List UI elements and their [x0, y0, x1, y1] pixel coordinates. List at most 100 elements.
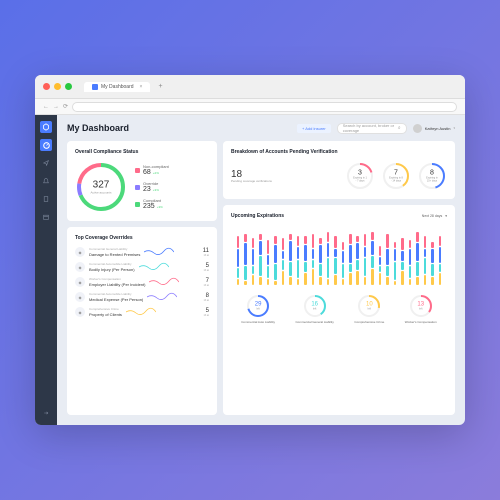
- sparkline: [147, 292, 177, 302]
- sidebar-calendar[interactable]: [40, 211, 52, 223]
- bar-segment: [252, 275, 255, 285]
- override-item[interactable]: ◆ Commercial Automobile Liability Bodily…: [75, 262, 209, 272]
- override-name: Medical Expense (Per Person): [89, 297, 143, 302]
- bar-segment: [274, 281, 277, 285]
- bar-segment: [252, 238, 255, 248]
- forward-button[interactable]: →: [53, 104, 59, 110]
- expirations-rings: 29 left Commercial Auto Liability 16 lef…: [231, 293, 447, 325]
- search-input[interactable]: Search by account, broker or coverage ⌕: [337, 123, 407, 134]
- ring-unit: left: [311, 308, 318, 311]
- bar-segment: [274, 245, 277, 263]
- user-menu[interactable]: Kathryn Austin ▾: [413, 124, 455, 133]
- sidebar-dashboard[interactable]: [40, 139, 52, 151]
- ring-label: Worker's Compensation: [405, 321, 437, 325]
- url-bar: ← → ⟳: [35, 99, 465, 115]
- bar-column: [302, 236, 308, 285]
- bar-column: [392, 242, 398, 285]
- expirations-filter[interactable]: Next 28 days ▾: [422, 214, 447, 218]
- maximize-window-button[interactable]: [65, 83, 72, 90]
- ring-label: Comprehensive Crime: [354, 321, 384, 325]
- compliance-card: Overall Compliance Status 327: [67, 141, 217, 221]
- override-item[interactable]: ◆ Commercial Automobile Liability Medica…: [75, 292, 209, 302]
- back-button[interactable]: ←: [43, 104, 49, 110]
- ring-unit: left: [366, 308, 373, 311]
- bar-segment: [267, 240, 270, 254]
- bar-segment: [319, 245, 322, 263]
- minimize-window-button[interactable]: [54, 83, 61, 90]
- bar-segment: [356, 271, 359, 285]
- expirations-card: Upcoming Expirations Next 28 days ▾ 29: [223, 205, 455, 415]
- ring-value: 8: [425, 170, 440, 177]
- bar-segment: [312, 269, 315, 285]
- bar-segment: [327, 258, 330, 278]
- override-icon: ◆: [75, 292, 85, 302]
- bar-segment: [289, 262, 292, 276]
- override-category: Commercial Automobile Liability: [89, 262, 135, 266]
- override-sub: 13 at: [203, 299, 209, 302]
- bar-segment: [334, 249, 337, 257]
- url-input[interactable]: [72, 102, 457, 112]
- breakdown-title: Breakdown of Accounts Pending Verificati…: [231, 149, 447, 155]
- override-sub: 13 at: [203, 269, 209, 272]
- bar-column: [415, 232, 421, 285]
- bar-segment: [424, 258, 427, 274]
- compliance-total: 327: [90, 180, 111, 191]
- bar-segment: [439, 247, 442, 263]
- bar-segment: [431, 277, 434, 285]
- bar-segment: [327, 232, 330, 242]
- app-logo[interactable]: [40, 121, 52, 133]
- browser-tab[interactable]: My Dashboard ×: [84, 82, 150, 92]
- bar-segment: [237, 268, 240, 278]
- bar-segment: [342, 242, 345, 250]
- bar-segment: [401, 238, 404, 250]
- sidebar-send[interactable]: [40, 157, 52, 169]
- reload-button[interactable]: ⟳: [63, 103, 68, 110]
- bar-segment: [364, 258, 367, 276]
- avatar: [413, 124, 422, 133]
- ring-label: Expiring in 1 - 7 days: [353, 177, 368, 183]
- breakdown-card: Breakdown of Accounts Pending Verificati…: [223, 141, 455, 199]
- override-item[interactable]: ◆ Commercial General Liability Damage to…: [75, 247, 209, 257]
- bar-segment: [409, 249, 412, 265]
- tab-close-icon[interactable]: ×: [140, 84, 143, 90]
- bar-segment: [386, 277, 389, 285]
- bar-segment: [439, 273, 442, 285]
- sidebar-documents[interactable]: [40, 193, 52, 205]
- bar-column: [400, 238, 406, 285]
- overrides-card: Top Coverage Overrides ◆ Commercial Gene…: [67, 227, 217, 415]
- bar-segment: [356, 260, 359, 270]
- override-icon: ◆: [75, 307, 85, 317]
- override-sub: 13 at: [203, 284, 209, 287]
- bar-segment: [312, 260, 315, 268]
- breakdown-ring: 3 Expiring in 1 - 7 days: [345, 161, 375, 191]
- bar-column: [332, 236, 338, 285]
- bar-column: [242, 234, 248, 285]
- sidebar-notifications[interactable]: [40, 175, 52, 187]
- user-name: Kathryn Austin: [425, 126, 451, 131]
- bar-segment: [282, 271, 285, 285]
- legend-item: Non-compliant 68 +2%: [135, 164, 209, 176]
- sidebar-collapse[interactable]: [40, 407, 52, 419]
- main: My Dashboard + Add insurer Search by acc…: [57, 115, 465, 425]
- bar-segment: [379, 257, 382, 265]
- add-insurer-button[interactable]: + Add insurer: [297, 124, 331, 133]
- close-window-button[interactable]: [43, 83, 50, 90]
- bar-segment: [394, 242, 397, 248]
- legend-value: 235: [143, 203, 155, 210]
- bar-segment: [259, 234, 262, 240]
- ring-label: Commercial General Liability: [296, 321, 334, 325]
- override-item[interactable]: ◆ Worker's Compensation Employer Liabili…: [75, 277, 209, 287]
- bar-segment: [327, 279, 330, 285]
- new-tab-button[interactable]: +: [158, 83, 162, 90]
- legend-value: 68: [143, 169, 151, 176]
- legend-value: 23: [143, 186, 151, 193]
- bar-segment: [349, 245, 352, 263]
- bar-segment: [274, 264, 277, 280]
- ring-label: Expiring in 8 - 14 days: [389, 177, 404, 183]
- bar-segment: [259, 277, 262, 285]
- override-item[interactable]: ◆ Comprehensive Crime Property of Client…: [75, 307, 209, 317]
- bar-segment: [371, 269, 374, 285]
- bar-segment: [431, 264, 434, 276]
- breakdown-main-txt: Pending coverage verifications: [231, 180, 272, 184]
- compliance-legend: Non-compliant 68 +2% Override 23 +3% Com…: [135, 164, 209, 210]
